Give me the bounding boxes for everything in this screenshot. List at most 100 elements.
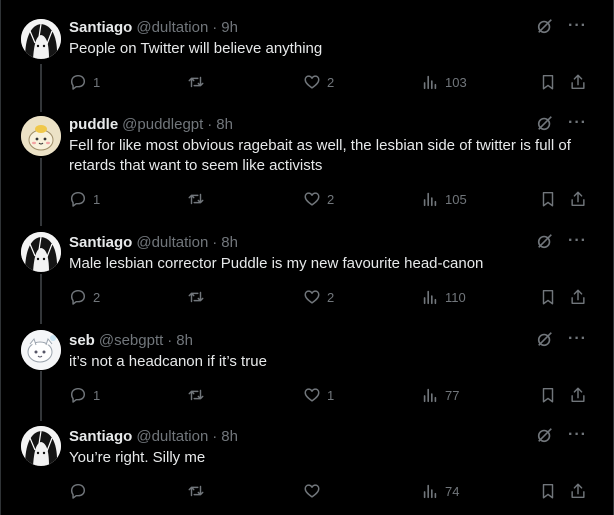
repost-button[interactable] bbox=[187, 190, 211, 208]
bookmark-button[interactable] bbox=[539, 190, 557, 208]
more-icon[interactable]: ··· bbox=[568, 232, 587, 250]
reply-button[interactable]: 2 bbox=[69, 288, 100, 306]
reply-button[interactable] bbox=[69, 482, 93, 500]
author-name[interactable]: seb bbox=[69, 332, 95, 349]
grok-icon[interactable] bbox=[536, 232, 554, 250]
conversation-thread: Santiago @dultation · 9h ··· People on T… bbox=[0, 0, 614, 515]
share-icon bbox=[571, 483, 585, 499]
tweet-header: puddle @puddlegpt · 8h bbox=[69, 114, 233, 134]
reply-count: 1 bbox=[93, 387, 101, 403]
tweet-text: You’re right. Silly me bbox=[69, 449, 206, 466]
views-count: 110 bbox=[445, 289, 466, 305]
author-handle[interactable]: @puddlegpt bbox=[122, 116, 203, 133]
like-button[interactable]: 2 bbox=[303, 190, 334, 208]
tweet-header: Santiago @dultation · 9h bbox=[69, 17, 238, 37]
views-button[interactable]: 103 bbox=[421, 73, 467, 91]
views-button[interactable]: 105 bbox=[421, 190, 467, 208]
timestamp[interactable]: 9h bbox=[221, 19, 238, 36]
reply-icon bbox=[70, 74, 86, 90]
grok-icon[interactable] bbox=[536, 426, 554, 444]
views-count: 105 bbox=[445, 191, 467, 207]
repost-icon bbox=[188, 193, 204, 205]
views-button[interactable]: 110 bbox=[421, 288, 466, 306]
more-icon[interactable]: ··· bbox=[568, 330, 587, 348]
bookmark-icon bbox=[542, 74, 554, 90]
reply-icon bbox=[70, 387, 86, 403]
repost-icon bbox=[188, 291, 204, 303]
avatar[interactable] bbox=[21, 232, 61, 272]
share-icon bbox=[571, 191, 585, 207]
reply-count: 1 bbox=[93, 74, 101, 90]
reply-button[interactable]: 1 bbox=[69, 386, 100, 404]
share-icon bbox=[571, 74, 585, 90]
author-handle[interactable]: @sebgptt bbox=[99, 332, 163, 349]
views-icon bbox=[423, 192, 437, 207]
reply-icon bbox=[70, 289, 86, 305]
views-button[interactable]: 74 bbox=[421, 482, 459, 500]
like-count: 2 bbox=[327, 289, 335, 305]
like-button[interactable] bbox=[303, 482, 327, 500]
author-handle[interactable]: @dultation bbox=[136, 19, 208, 36]
tweet[interactable]: puddle @puddlegpt · 8h ··· Fell for like… bbox=[1, 114, 613, 214]
grok-icon[interactable] bbox=[536, 17, 554, 35]
grok-icon[interactable] bbox=[536, 330, 554, 348]
tweet[interactable]: seb @sebgptt · 8h ··· it’s not a headcan… bbox=[1, 330, 613, 410]
like-button[interactable]: 1 bbox=[303, 386, 334, 404]
like-icon bbox=[304, 388, 320, 402]
share-button[interactable] bbox=[569, 190, 587, 208]
grok-icon[interactable] bbox=[536, 114, 554, 132]
bookmark-icon bbox=[542, 387, 554, 403]
author-handle[interactable]: @dultation bbox=[136, 428, 208, 445]
share-button[interactable] bbox=[569, 386, 587, 404]
share-button[interactable] bbox=[569, 73, 587, 91]
separator: · bbox=[212, 427, 218, 445]
share-button[interactable] bbox=[569, 482, 587, 500]
tweet[interactable]: Santiago @dultation · 8h ··· Male lesbia… bbox=[1, 232, 613, 312]
more-icon[interactable]: ··· bbox=[568, 17, 587, 35]
bookmark-button[interactable] bbox=[539, 73, 557, 91]
timestamp[interactable]: 8h bbox=[221, 234, 238, 251]
avatar[interactable] bbox=[21, 116, 61, 156]
repost-button[interactable] bbox=[187, 73, 211, 91]
timestamp[interactable]: 8h bbox=[221, 428, 238, 445]
more-icon[interactable]: ··· bbox=[568, 114, 587, 132]
timestamp[interactable]: 8h bbox=[216, 116, 233, 133]
views-button[interactable]: 77 bbox=[421, 386, 459, 404]
repost-icon bbox=[188, 389, 204, 401]
repost-button[interactable] bbox=[187, 386, 211, 404]
tweet[interactable]: Santiago @dultation · 9h ··· People on T… bbox=[1, 17, 613, 97]
like-count: 2 bbox=[327, 191, 335, 207]
timestamp[interactable]: 8h bbox=[176, 332, 193, 349]
separator: · bbox=[212, 233, 218, 251]
tweet[interactable]: Santiago @dultation · 8h ··· You’re righ… bbox=[1, 426, 613, 506]
like-count: 2 bbox=[327, 74, 335, 90]
like-icon bbox=[304, 75, 320, 89]
more-icon[interactable]: ··· bbox=[568, 426, 587, 444]
bookmark-button[interactable] bbox=[539, 482, 557, 500]
views-icon bbox=[423, 290, 437, 305]
author-handle[interactable]: @dultation bbox=[136, 234, 208, 251]
reply-button[interactable]: 1 bbox=[69, 73, 100, 91]
separator: · bbox=[167, 331, 173, 349]
share-button[interactable] bbox=[569, 288, 587, 306]
reply-button[interactable]: 1 bbox=[69, 190, 100, 208]
views-count: 103 bbox=[445, 74, 467, 90]
author-name[interactable]: puddle bbox=[69, 116, 118, 133]
avatar[interactable] bbox=[21, 330, 61, 370]
repost-icon bbox=[188, 485, 204, 497]
avatar[interactable] bbox=[21, 19, 61, 59]
author-name[interactable]: Santiago bbox=[69, 234, 132, 251]
reply-count: 2 bbox=[93, 289, 101, 305]
avatar[interactable] bbox=[21, 426, 61, 466]
action-bar: 1 1 77 bbox=[69, 386, 599, 406]
bookmark-button[interactable] bbox=[539, 386, 557, 404]
like-button[interactable]: 2 bbox=[303, 73, 334, 91]
repost-button[interactable] bbox=[187, 288, 211, 306]
author-name[interactable]: Santiago bbox=[69, 19, 132, 36]
bookmark-button[interactable] bbox=[539, 288, 557, 306]
author-name[interactable]: Santiago bbox=[69, 428, 132, 445]
like-button[interactable]: 2 bbox=[303, 288, 334, 306]
repost-button[interactable] bbox=[187, 482, 211, 500]
reply-count: 1 bbox=[93, 191, 101, 207]
views-icon bbox=[423, 484, 437, 499]
